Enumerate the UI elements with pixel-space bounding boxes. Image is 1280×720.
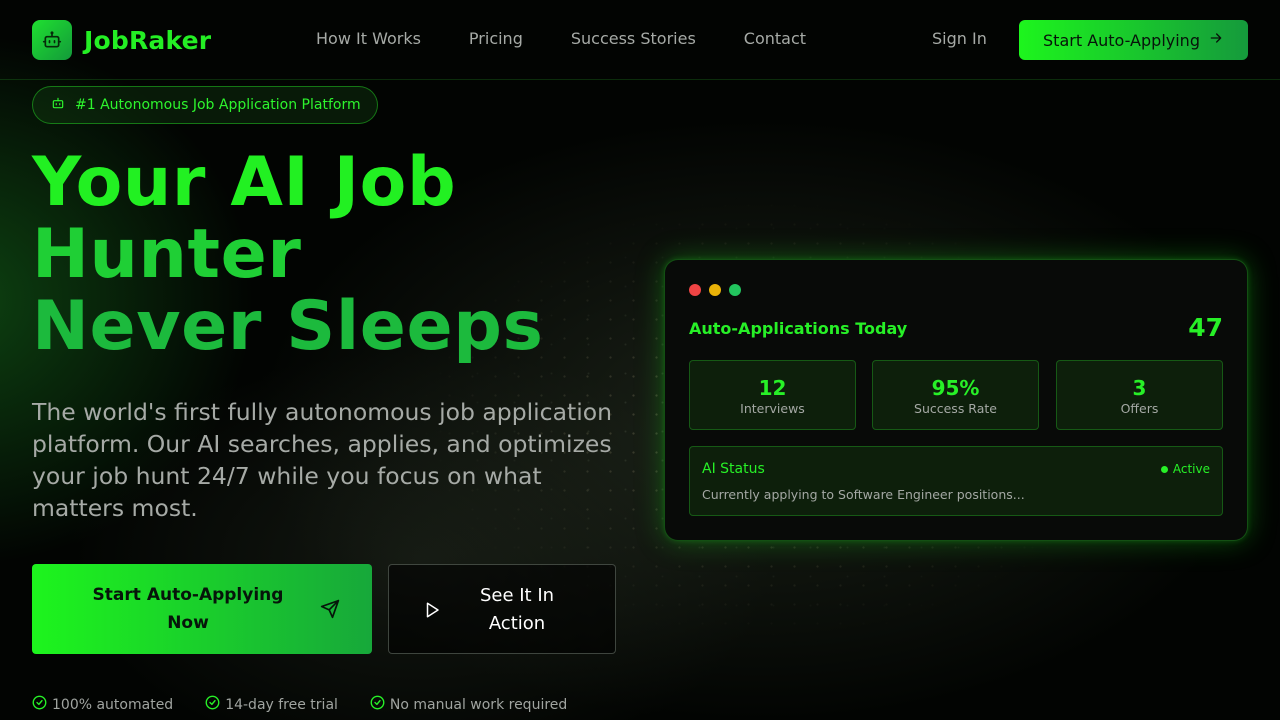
headline-line-3: Never Sleeps (32, 287, 544, 366)
window-dot-red (689, 284, 701, 296)
feature-label: 100% automated (52, 696, 174, 713)
stat-label: Success Rate (914, 401, 997, 416)
headline-line-2: Hunter (32, 215, 302, 294)
hero-headline: Your AI Job Hunter Never Sleeps (32, 147, 544, 363)
feature-item: 100% automated (32, 695, 173, 714)
feature-item: 14-day free trial (205, 695, 338, 714)
brand-logo[interactable]: JobRaker (32, 20, 211, 60)
nav-links: How It Works Pricing Success Stories Con… (316, 29, 806, 48)
send-icon (320, 599, 340, 623)
ai-status-panel: AI Status Active Currently applying to S… (689, 446, 1223, 516)
ai-status-label: AI Status (702, 461, 765, 477)
nav-start-button-label: Start Auto-Applying (1043, 30, 1200, 50)
window-dot-yellow (709, 284, 721, 296)
nav-start-button[interactable]: Start Auto-Applying (1019, 20, 1248, 60)
feature-item: No manual work required (370, 695, 567, 714)
start-auto-applying-label: Start Auto-Applying Now (92, 585, 284, 633)
feature-list: 100% automated 14-day free trial No manu… (32, 695, 567, 714)
platform-badge: #1 Autonomous Job Application Platform (32, 86, 378, 124)
stat-card-offers: 3 Offers (1056, 360, 1223, 430)
stat-value: 95% (931, 376, 980, 400)
robot-icon (32, 20, 72, 60)
hero-subtitle: The world's first fully autonomous job a… (32, 398, 613, 522)
arrow-right-icon (1208, 30, 1224, 50)
top-navigation: JobRaker How It Works Pricing Success St… (0, 0, 1280, 80)
nav-link-success-stories[interactable]: Success Stories (571, 29, 696, 48)
window-dot-green (729, 284, 741, 296)
stat-value: 3 (1132, 376, 1147, 400)
start-auto-applying-button[interactable]: Start Auto-Applying Now (32, 564, 372, 654)
badge-label: #1 Autonomous Job Application Platform (75, 97, 361, 113)
check-circle-icon (32, 695, 47, 714)
check-circle-icon (370, 695, 385, 714)
nav-link-pricing[interactable]: Pricing (469, 29, 523, 48)
play-icon (423, 600, 441, 624)
stat-label: Interviews (740, 401, 805, 416)
brand-name: JobRaker (84, 25, 212, 55)
feature-label: 14-day free trial (225, 696, 338, 713)
stat-card-interviews: 12 Interviews (689, 360, 856, 430)
status-dot-icon (1160, 465, 1168, 473)
applications-count: 47 (1188, 313, 1223, 342)
see-it-in-action-label: See It In Action (479, 585, 555, 634)
headline-line-1: Your AI Job (32, 143, 457, 222)
status-badge: Active (1160, 462, 1210, 476)
sign-in-link[interactable]: Sign In (932, 29, 987, 48)
stat-card-success-rate: 95% Success Rate (872, 360, 1039, 430)
dashboard-preview-card: Auto-Applications Today 47 12 Interviews… (664, 259, 1248, 541)
nav-link-how-it-works[interactable]: How It Works (316, 29, 421, 48)
stat-value: 12 (758, 376, 787, 400)
status-state: Active (1172, 462, 1210, 476)
check-circle-icon (205, 695, 220, 714)
ai-status-description: Currently applying to Software Engineer … (702, 487, 1025, 502)
dashboard-title: Auto-Applications Today (689, 319, 908, 338)
stat-label: Offers (1120, 401, 1159, 416)
nav-link-contact[interactable]: Contact (744, 29, 806, 48)
window-controls (689, 284, 741, 296)
robot-icon (51, 96, 65, 114)
see-it-in-action-button[interactable]: See It In Action (388, 564, 616, 654)
feature-label: No manual work required (389, 696, 568, 713)
